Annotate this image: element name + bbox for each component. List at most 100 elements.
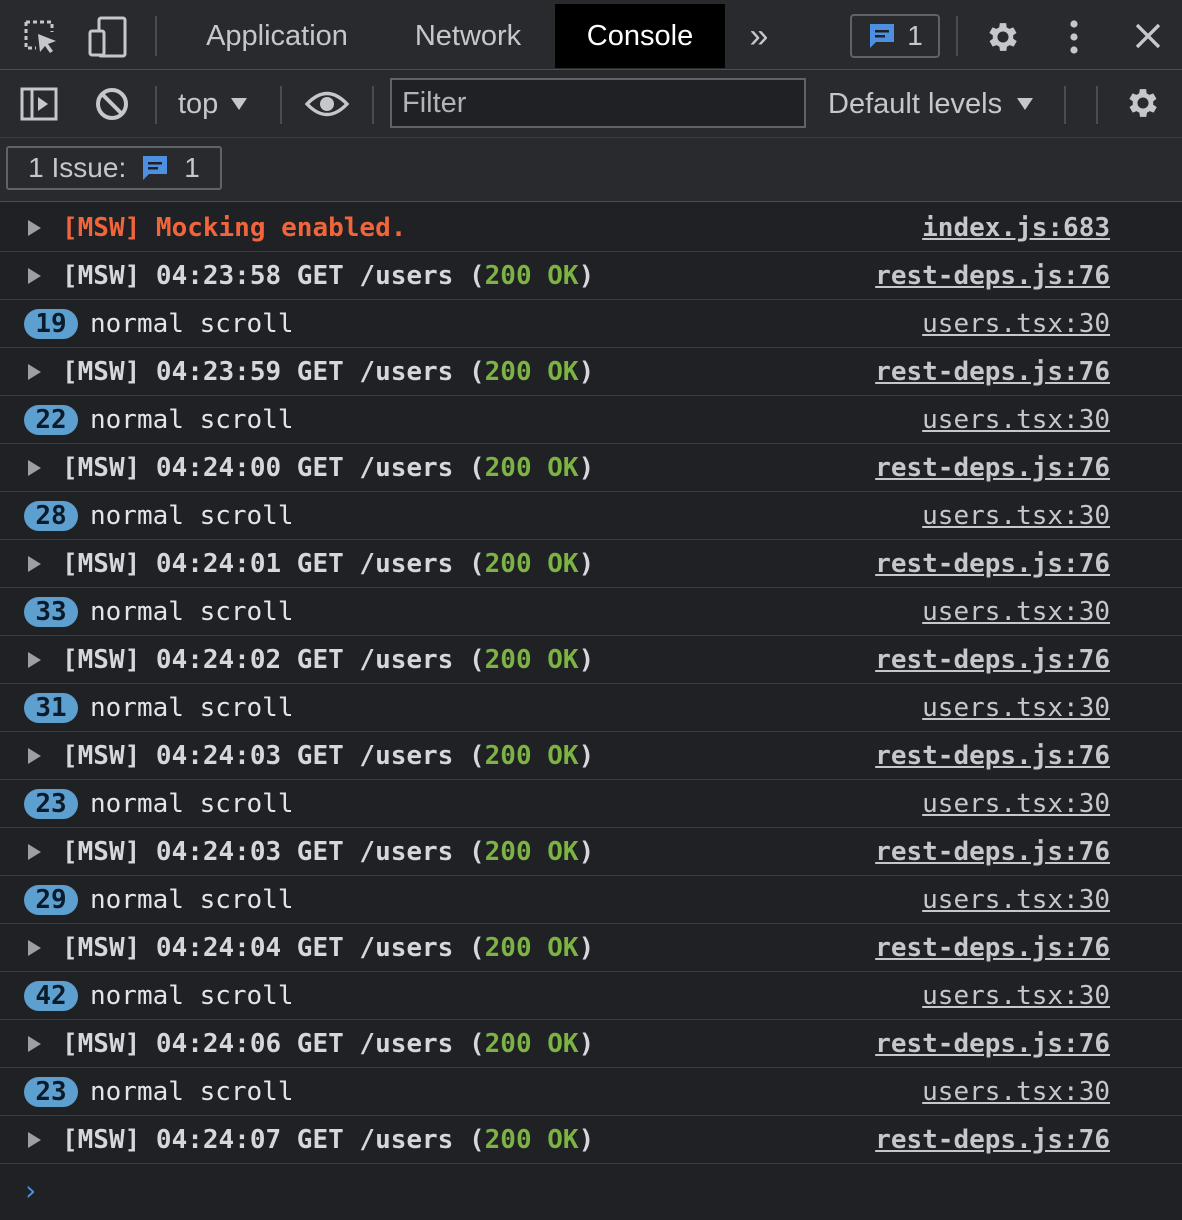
- close-icon[interactable]: [1128, 16, 1168, 56]
- tab-label: Network: [414, 19, 522, 52]
- repeat-count-badge: 23: [24, 1077, 78, 1107]
- expand-triangle-icon[interactable]: [28, 652, 41, 668]
- console-msw-row[interactable]: [MSW] 04:24:03 GET /users (200 OK) rest-d…: [0, 732, 1182, 780]
- expand-triangle-icon[interactable]: [28, 1132, 41, 1148]
- source-link[interactable]: rest-deps.js:76: [875, 732, 1110, 780]
- console-log-row[interactable]: 23 normal scroll users.tsx:30: [0, 1068, 1182, 1116]
- console-msw-row[interactable]: [MSW] 04:23:59 GET /users (200 OK) rest-d…: [0, 348, 1182, 396]
- message-text: normal scroll: [90, 981, 294, 1011]
- request-summary: [MSW] 04:23:58 GET /users (: [62, 261, 485, 291]
- console-log-row[interactable]: 28 normal scroll users.tsx:30: [0, 492, 1182, 540]
- divider: [372, 86, 374, 124]
- message-text: normal scroll: [90, 693, 294, 723]
- expand-triangle-icon[interactable]: [28, 268, 41, 284]
- console-prompt[interactable]: ›: [22, 1174, 39, 1207]
- more-vert-icon[interactable]: [1058, 16, 1090, 58]
- tab-label: Console: [586, 19, 694, 52]
- console-msw-row[interactable]: [MSW] 04:24:06 GET /users (200 OK) rest-d…: [0, 1020, 1182, 1068]
- source-link[interactable]: rest-deps.js:76: [875, 636, 1110, 684]
- console-log-row[interactable]: 42 normal scroll users.tsx:30: [0, 972, 1182, 1020]
- console-msw-row[interactable]: [MSW] 04:24:04 GET /users (200 OK) rest-d…: [0, 924, 1182, 972]
- tab-application[interactable]: Application: [178, 4, 376, 68]
- tab-console[interactable]: Console: [555, 4, 725, 68]
- console-msw-row[interactable]: [MSW] 04:24:00 GET /users (200 OK) rest-d…: [0, 444, 1182, 492]
- console-log-row[interactable]: 22 normal scroll users.tsx:30: [0, 396, 1182, 444]
- context-selector[interactable]: top: [178, 76, 248, 132]
- console-msw-row[interactable]: [MSW] 04:23:58 GET /users (200 OK) rest-d…: [0, 252, 1182, 300]
- request-suffix: ): [578, 261, 595, 291]
- source-link[interactable]: rest-deps.js:76: [875, 444, 1110, 492]
- repeat-count-badge: 33: [24, 597, 78, 627]
- eye-icon[interactable]: [302, 82, 352, 126]
- settings-gear-icon[interactable]: [982, 16, 1024, 58]
- message-text: [MSW] 04:24:04 GET /users (200 OK): [62, 924, 594, 972]
- source-link[interactable]: users.tsx:30: [922, 1068, 1110, 1116]
- status-code: 200 OK: [484, 837, 579, 867]
- request-summary: [MSW] 04:23:59 GET /users (: [62, 357, 485, 387]
- source-link[interactable]: users.tsx:30: [922, 780, 1110, 828]
- tabs-overflow-button[interactable]: »: [734, 4, 784, 68]
- source-link[interactable]: rest-deps.js:76: [875, 252, 1110, 300]
- source-link[interactable]: rest-deps.js:76: [875, 1116, 1110, 1164]
- expand-triangle-icon[interactable]: [28, 1036, 41, 1052]
- dropdown-triangle-icon: [1017, 98, 1034, 110]
- source-link[interactable]: users.tsx:30: [922, 492, 1110, 540]
- request-summary: [MSW] 04:24:04 GET /users (: [62, 933, 485, 963]
- request-suffix: ): [578, 645, 595, 675]
- console-log-row[interactable]: 29 normal scroll users.tsx:30: [0, 876, 1182, 924]
- status-code: 200 OK: [484, 645, 579, 675]
- tab-network[interactable]: Network: [388, 4, 548, 68]
- console-msw-row[interactable]: [MSW] 04:24:07 GET /users (200 OK) rest-d…: [0, 1116, 1182, 1164]
- source-link[interactable]: rest-deps.js:76: [875, 1020, 1110, 1068]
- expand-triangle-icon[interactable]: [28, 748, 41, 764]
- request-suffix: ): [578, 933, 595, 963]
- issues-message-icon: [143, 156, 168, 180]
- request-suffix: ): [578, 453, 595, 483]
- issues-button[interactable]: 1 Issue: 1: [6, 146, 222, 190]
- issues-badge-button[interactable]: 1: [850, 14, 940, 58]
- source-link[interactable]: users.tsx:30: [922, 588, 1110, 636]
- divider: [155, 86, 157, 124]
- console-msw-row[interactable]: [MSW] 04:24:01 GET /users (200 OK) rest-d…: [0, 540, 1182, 588]
- console-log-row[interactable]: 33 normal scroll users.tsx:30: [0, 588, 1182, 636]
- console-log-row[interactable]: 31 normal scroll users.tsx:30: [0, 684, 1182, 732]
- request-summary: [MSW] 04:24:03 GET /users (: [62, 741, 485, 771]
- source-link[interactable]: rest-deps.js:76: [875, 540, 1110, 588]
- expand-triangle-icon[interactable]: [28, 556, 41, 572]
- source-link[interactable]: users.tsx:30: [922, 684, 1110, 732]
- source-link[interactable]: users.tsx:30: [922, 300, 1110, 348]
- clear-console-icon[interactable]: [90, 82, 134, 126]
- filter-input[interactable]: [390, 78, 806, 128]
- status-code: 200 OK: [484, 933, 579, 963]
- issues-count: 1: [907, 20, 923, 51]
- request-summary: [MSW] 04:24:00 GET /users (: [62, 453, 485, 483]
- message-text: [MSW] 04:24:07 GET /users (200 OK): [62, 1116, 594, 1164]
- source-link[interactable]: rest-deps.js:76: [875, 348, 1110, 396]
- source-link[interactable]: users.tsx:30: [922, 876, 1110, 924]
- expand-triangle-icon[interactable]: [28, 844, 41, 860]
- expand-triangle-icon[interactable]: [28, 940, 41, 956]
- source-link[interactable]: users.tsx:30: [922, 972, 1110, 1020]
- source-link[interactable]: rest-deps.js:76: [875, 924, 1110, 972]
- console-msw-row[interactable]: [MSW] Mocking enabled. index.js:683: [0, 204, 1182, 252]
- source-link[interactable]: index.js:683: [922, 204, 1110, 252]
- console-msw-row[interactable]: [MSW] 04:24:03 GET /users (200 OK) rest-d…: [0, 828, 1182, 876]
- request-suffix: ): [578, 1125, 595, 1155]
- source-link[interactable]: users.tsx:30: [922, 396, 1110, 444]
- status-code: 200 OK: [484, 261, 579, 291]
- console-settings-icon[interactable]: [1122, 82, 1164, 124]
- console-log-row[interactable]: 23 normal scroll users.tsx:30: [0, 780, 1182, 828]
- inspect-icon[interactable]: [20, 16, 62, 58]
- log-levels-dropdown[interactable]: Default levels: [828, 76, 1034, 132]
- expand-triangle-icon[interactable]: [28, 220, 41, 236]
- sidebar-toggle-icon[interactable]: [16, 82, 62, 126]
- message-text: normal scroll: [90, 501, 294, 531]
- expand-triangle-icon[interactable]: [28, 364, 41, 380]
- source-link[interactable]: rest-deps.js:76: [875, 828, 1110, 876]
- device-toolbar-icon[interactable]: [86, 14, 130, 60]
- request-suffix: ): [578, 357, 595, 387]
- console-log-row[interactable]: 19 normal scroll users.tsx:30: [0, 300, 1182, 348]
- message-text: [MSW] 04:24:01 GET /users (200 OK): [62, 540, 594, 588]
- console-msw-row[interactable]: [MSW] 04:24:02 GET /users (200 OK) rest-d…: [0, 636, 1182, 684]
- expand-triangle-icon[interactable]: [28, 460, 41, 476]
